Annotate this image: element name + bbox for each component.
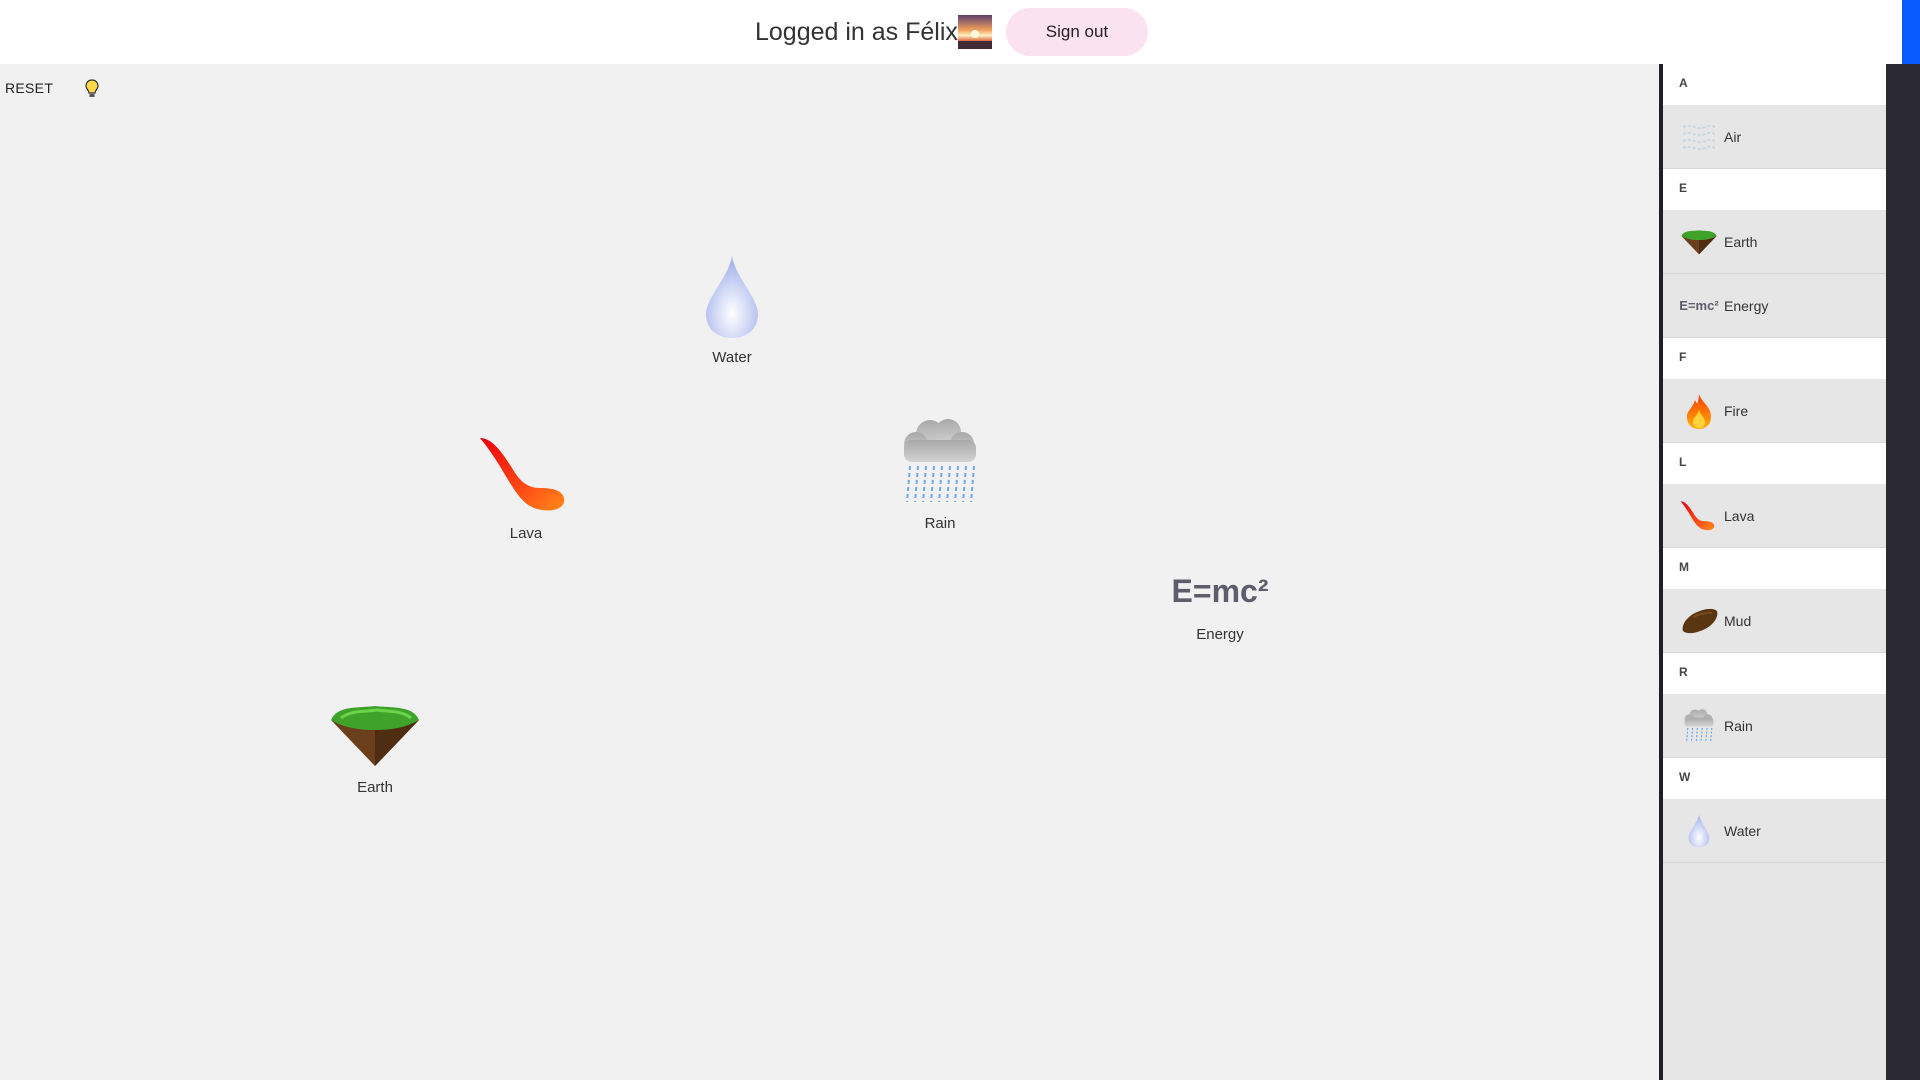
- sidebar-item-lava[interactable]: Lava: [1663, 484, 1886, 548]
- sign-out-button[interactable]: Sign out: [1006, 8, 1148, 56]
- sidebar-item-water[interactable]: Water: [1663, 799, 1886, 863]
- sidebar-item-label: Mud: [1724, 612, 1752, 629]
- workspace-element-water[interactable]: Water: [692, 254, 772, 366]
- sidebar-item-label: Energy: [1724, 297, 1769, 314]
- logged-in-text: Logged in as Félix: [755, 18, 958, 46]
- workspace-element-energy[interactable]: E=mc² Energy: [1164, 560, 1276, 644]
- sidebar-item-mud[interactable]: Mud: [1663, 589, 1886, 653]
- earth-island-icon: [331, 706, 419, 766]
- energy-formula-icon: E=mc²: [1171, 572, 1269, 609]
- group-header-m: M: [1663, 548, 1886, 589]
- element-label: Rain: [924, 515, 956, 532]
- top-bar: Logged in as Félix Sign out: [0, 0, 1902, 64]
- scrollbar-track[interactable]: [1886, 64, 1920, 1080]
- group-header-a: A: [1663, 64, 1886, 105]
- sidebar-item-air[interactable]: Air: [1663, 105, 1886, 169]
- group-header-w: W: [1663, 758, 1886, 799]
- earth-island-icon: [1676, 219, 1722, 265]
- lava-flow-icon: [1676, 493, 1722, 539]
- water-drop-icon: [1676, 808, 1722, 854]
- element-label: Water: [712, 349, 752, 366]
- group-header-l: L: [1663, 443, 1886, 484]
- sidebar-item-fire[interactable]: Fire: [1663, 379, 1886, 443]
- element-label: Lava: [509, 525, 543, 542]
- water-drop-icon: [706, 256, 758, 338]
- workspace-element-earth[interactable]: Earth: [325, 700, 425, 796]
- group-header-e: E: [1663, 169, 1886, 210]
- fire-icon: [1676, 388, 1722, 434]
- workspace-element-rain[interactable]: Rain: [890, 416, 990, 532]
- element-label: Earth: [357, 779, 393, 796]
- energy-formula-icon: E=mc²: [1679, 298, 1719, 313]
- rain-cloud-icon: [1676, 703, 1722, 749]
- lava-flow-icon: [480, 438, 565, 511]
- sidebar-item-label: Rain: [1724, 717, 1753, 734]
- sidebar-item-label: Water: [1724, 822, 1761, 839]
- group-header-r: R: [1663, 653, 1886, 694]
- avatar: [958, 15, 992, 49]
- air-icon: [1676, 114, 1722, 160]
- workspace-element-lava[interactable]: Lava: [476, 434, 576, 542]
- workspace-canvas[interactable]: RESET Water Lava Rain E=mc² Energy Earth: [0, 64, 1659, 1080]
- reset-button[interactable]: RESET: [5, 80, 53, 96]
- sidebar-item-label: Air: [1724, 128, 1742, 145]
- sidebar-item-label: Lava: [1724, 507, 1755, 524]
- group-header-f: F: [1663, 338, 1886, 379]
- sidebar-item-energy[interactable]: E=mc² Energy: [1663, 274, 1886, 338]
- lightbulb-icon[interactable]: [84, 79, 100, 99]
- sidebar-item-earth[interactable]: Earth: [1663, 210, 1886, 274]
- element-label: Energy: [1196, 626, 1244, 643]
- sidebar-item-label: Earth: [1724, 233, 1758, 250]
- sidebar-item-label: Fire: [1724, 402, 1749, 419]
- sidebar-item-rain[interactable]: Rain: [1663, 694, 1886, 758]
- mud-icon: [1676, 598, 1722, 644]
- element-sidebar: A Air E Earth E=mc² Energy F Fire L Lava…: [1663, 64, 1886, 1080]
- rain-cloud-icon: [904, 419, 976, 503]
